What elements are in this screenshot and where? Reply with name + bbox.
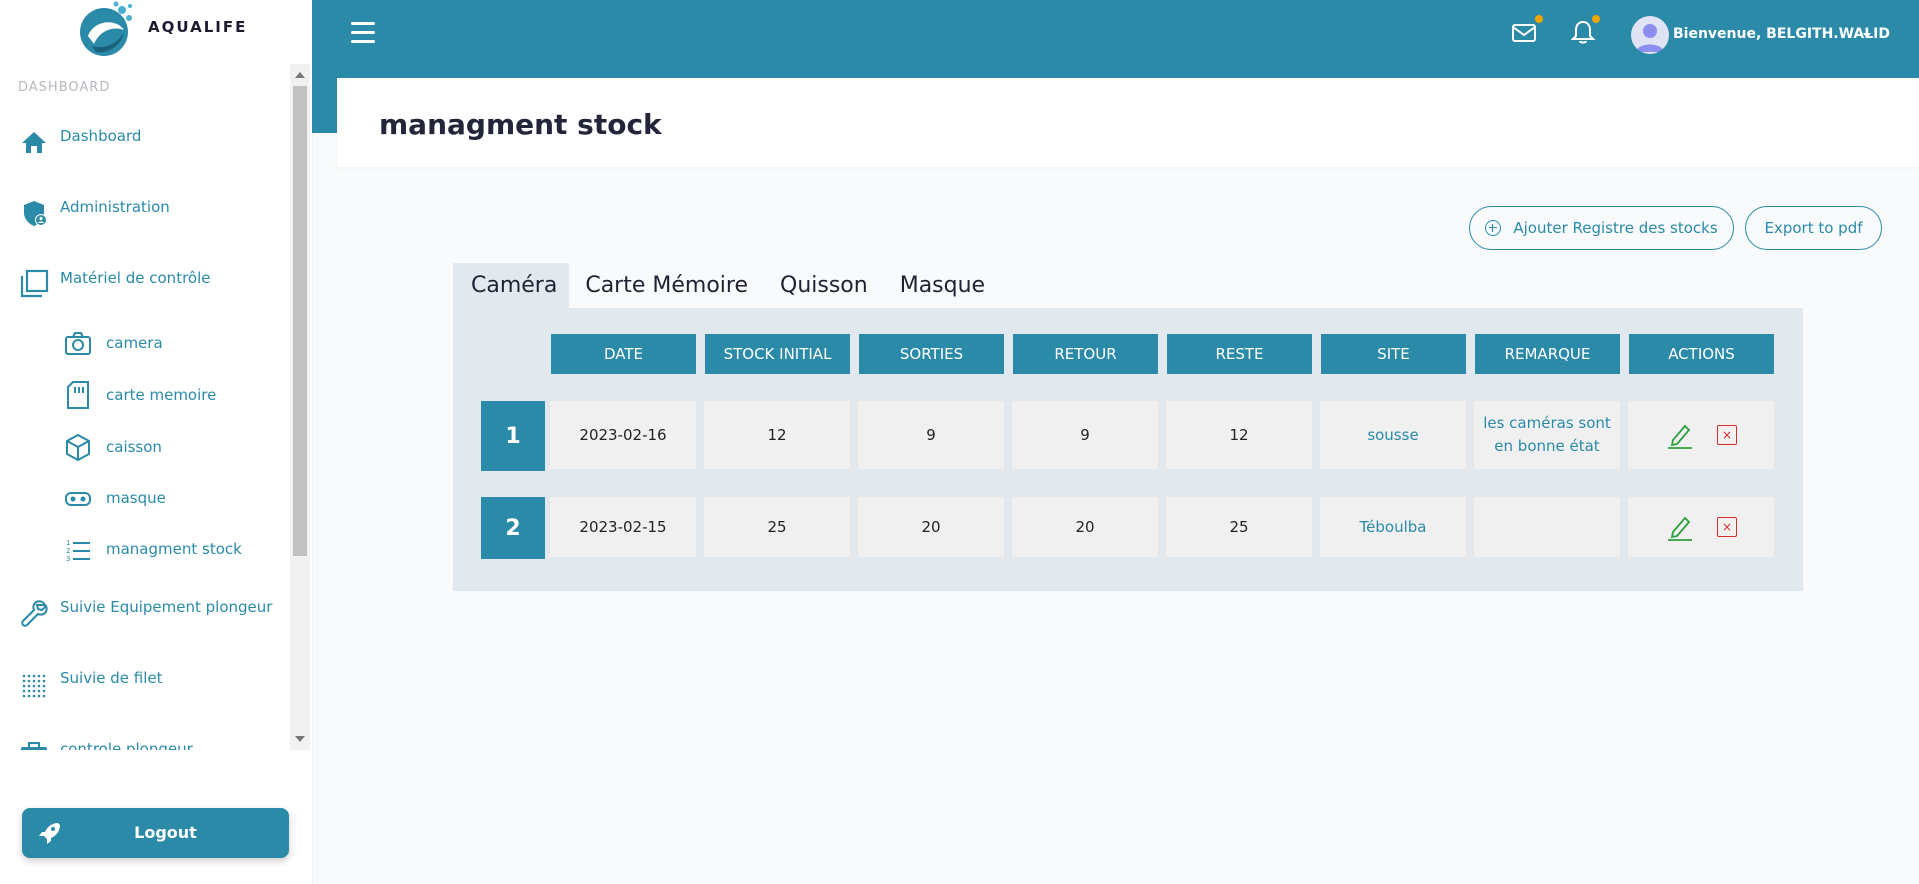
- bell-notification-dot: [1592, 15, 1600, 23]
- sidebar-item-label: Suivie Equipement plongeur: [60, 598, 273, 616]
- sidebar-item-controle-plongeur[interactable]: controle plongeur: [18, 739, 193, 750]
- sidebar-item-suivie-equipement-plongeur[interactable]: Suivie Equipement plongeur: [18, 597, 272, 629]
- plus-circle-icon: [1485, 220, 1502, 236]
- table-cell-reste: 12: [1165, 400, 1313, 470]
- scroll-up-arrow-icon[interactable]: [295, 72, 305, 78]
- export-pdf-button[interactable]: Export to pdf: [1745, 206, 1882, 250]
- sidebar-subitem-managment-stock[interactable]: 123 managment stock: [64, 534, 242, 564]
- sidebar-subitem-label: carte memoire: [106, 386, 217, 404]
- sidebar-nav: Dashboard Administration Matériel de con…: [0, 64, 290, 750]
- sidebar-subitem-caisson[interactable]: caisson: [64, 432, 162, 462]
- sidebar-subitem-carte-memoire[interactable]: carte memoire: [64, 380, 216, 410]
- tab-masque[interactable]: Masque: [884, 263, 1001, 308]
- sidebar-item-administration[interactable]: Administration: [18, 197, 170, 229]
- sd-card-icon: [67, 381, 89, 409]
- sidebar-subitem-label: masque: [106, 489, 166, 507]
- box-icon: [66, 433, 90, 462]
- aqualife-logo: [80, 1, 132, 56]
- row-number: 1: [481, 401, 545, 471]
- mail-icon[interactable]: [1510, 19, 1538, 47]
- delete-icon[interactable]: ×: [1717, 425, 1737, 445]
- table-cell-actions: ×: [1627, 400, 1775, 470]
- sidebar-item-dashboard[interactable]: Dashboard: [18, 126, 141, 158]
- camera-icon: [65, 332, 91, 355]
- scroll-down-arrow-icon[interactable]: [295, 736, 305, 742]
- table-cell-actions: ×: [1627, 496, 1775, 558]
- row-number: 2: [481, 497, 545, 559]
- menu-toggle-icon[interactable]: [351, 22, 375, 44]
- table-cell-date: 2023-02-16: [549, 400, 697, 470]
- table-cell-remarque: [1473, 496, 1621, 558]
- brand-name: AQUALIFE: [148, 18, 248, 36]
- home-icon: [22, 132, 46, 153]
- page-title: managment stock: [379, 108, 662, 141]
- tab-camera[interactable]: Caméra: [453, 263, 570, 308]
- column-header-remarque: REMARQUE: [1475, 334, 1620, 374]
- copy-icon: [20, 269, 49, 298]
- sidebar-item-label: Matériel de contrôle: [60, 269, 211, 287]
- table-cell-site: Téboulba: [1319, 496, 1467, 558]
- sidebar-subitem-camera[interactable]: camera: [64, 328, 163, 358]
- page-header-card: managment stock: [337, 78, 1919, 167]
- shield-user-icon: [24, 201, 47, 226]
- column-header-stock-initial: STOCK INITIAL: [705, 334, 850, 374]
- sidebar-item-suivie-de-filet[interactable]: Suivie de filet: [18, 668, 162, 700]
- sidebar: AQUALIFE DASHBOARD Dashboard Administrat…: [0, 0, 313, 884]
- logout-label: Logout: [134, 823, 197, 842]
- briefcase-icon: [21, 742, 47, 750]
- column-header-sorties: SORTIES: [859, 334, 1004, 374]
- table-cell-retour: 20: [1011, 496, 1159, 558]
- sidebar-item-label: Dashboard: [60, 127, 142, 145]
- add-stock-register-button[interactable]: Ajouter Registre des stocks: [1469, 206, 1734, 250]
- add-stock-register-label: Ajouter Registre des stocks: [1513, 219, 1718, 237]
- tab-carte-memoire[interactable]: Carte Mémoire: [569, 263, 764, 308]
- table-cell-sorties: 20: [857, 496, 1005, 558]
- user-avatar-icon: [1636, 24, 1664, 52]
- header-accent-strip: [312, 78, 337, 133]
- wrench-icon: [21, 600, 48, 627]
- column-header-date: DATE: [551, 334, 696, 374]
- svg-text:1: 1: [66, 539, 70, 547]
- column-header-site: SITE: [1321, 334, 1466, 374]
- sidebar-subitem-label: camera: [106, 334, 163, 352]
- sidebar-item-label: Suivie de filet: [60, 669, 163, 687]
- mask-icon: [65, 492, 91, 506]
- table-cell-sorties: 9: [857, 400, 1005, 470]
- sidebar-subitem-label: managment stock: [106, 540, 242, 558]
- sidebar-subitem-masque[interactable]: masque: [64, 483, 166, 513]
- edit-pencil-icon[interactable]: [1665, 420, 1695, 450]
- equipment-tabs: Caméra Carte Mémoire Quisson Masque: [453, 263, 1001, 308]
- sidebar-subitem-label: caisson: [106, 438, 162, 456]
- column-header-reste: RESTE: [1167, 334, 1312, 374]
- sidebar-item-materiel-de-controle[interactable]: Matériel de contrôle: [18, 268, 210, 300]
- avatar[interactable]: [1631, 16, 1669, 54]
- sidebar-item-label: controle plongeur: [60, 740, 193, 750]
- tab-quisson[interactable]: Quisson: [764, 263, 884, 308]
- mail-notification-dot: [1535, 15, 1543, 23]
- sidebar-item-label: Administration: [60, 198, 170, 216]
- svg-text:3: 3: [66, 555, 70, 563]
- table-cell-date: 2023-02-15: [549, 496, 697, 558]
- stock-table-panel: DATE STOCK INITIAL SORTIES RETOUR RESTE …: [453, 308, 1803, 591]
- user-menu-caret-icon[interactable]: [1863, 33, 1871, 38]
- table-cell-stock-initial: 12: [703, 400, 851, 470]
- grid-dots-icon: [22, 674, 46, 698]
- sidebar-scrollbar[interactable]: [290, 64, 310, 750]
- scrollbar-thumb[interactable]: [293, 86, 307, 556]
- edit-pencil-icon[interactable]: [1665, 512, 1695, 542]
- svg-text:2: 2: [66, 547, 70, 555]
- export-pdf-label: Export to pdf: [1764, 219, 1863, 237]
- table-cell-site: sousse: [1319, 400, 1467, 470]
- table-cell-retour: 9: [1011, 400, 1159, 470]
- column-header-actions: ACTIONS: [1629, 334, 1774, 374]
- table-cell-reste: 25: [1165, 496, 1313, 558]
- table-cell-remarque: les caméras sont en bonne état: [1473, 400, 1621, 470]
- logout-button[interactable]: Logout: [22, 808, 289, 858]
- user-welcome[interactable]: Bienvenue, BELGITH.WALID: [1673, 26, 1890, 42]
- column-header-retour: RETOUR: [1013, 334, 1158, 374]
- list-icon: 123: [66, 539, 90, 563]
- table-cell-stock-initial: 25: [703, 496, 851, 558]
- delete-icon[interactable]: ×: [1717, 517, 1737, 537]
